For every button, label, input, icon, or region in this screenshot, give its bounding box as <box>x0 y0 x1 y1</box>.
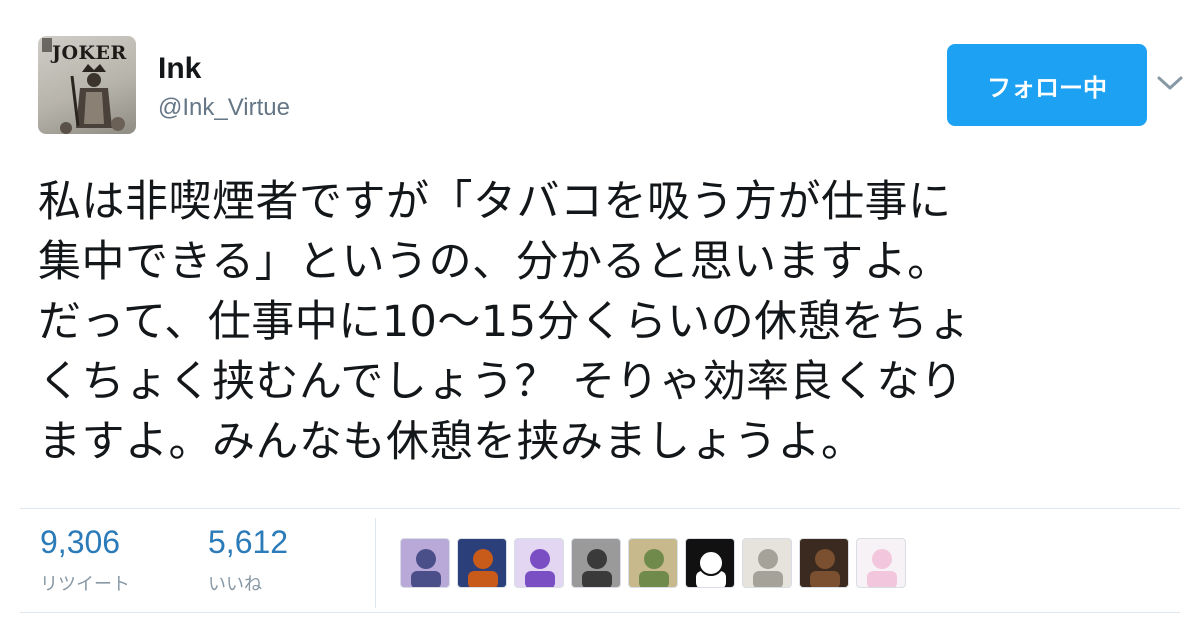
tweet-line: ますよ。みんなも休憩を挟みましょうよ。 <box>38 417 865 467</box>
liker-avatar-3[interactable] <box>514 538 564 588</box>
tweet-line: 私は非喫煙者ですが「タバコを吸う方が仕事に <box>38 177 952 227</box>
user-avatar[interactable]: JOKER <box>38 36 136 134</box>
following-button[interactable]: フォロー中 <box>947 44 1147 126</box>
tweet-line: 集中できる」というの、分かると思いますよ。 <box>38 237 951 287</box>
liker-avatar-image <box>639 549 669 587</box>
like-count[interactable]: 5,612 <box>208 524 288 561</box>
liker-avatar-7[interactable] <box>742 538 792 588</box>
retweet-label[interactable]: リツイート <box>40 570 130 596</box>
liker-avatar-image <box>753 549 783 587</box>
tweet-text: 私は非喫煙者ですが「タバコを吸う方が仕事に 集中できる」というの、分かると思いま… <box>38 172 1188 472</box>
stats-vertical-divider <box>375 518 376 608</box>
liker-avatar-6[interactable] <box>685 538 735 588</box>
liker-avatar-image <box>468 549 498 587</box>
liker-avatar-9[interactable] <box>856 538 906 588</box>
tweet-line: くちょく挟むんでしょう？ そりゃ効率良くなり <box>38 357 964 407</box>
liker-avatar-list <box>400 538 906 588</box>
liker-avatar-image <box>867 549 897 587</box>
stats-top-divider <box>20 508 1180 509</box>
retweet-count[interactable]: 9,306 <box>40 524 120 561</box>
liker-avatar-4[interactable] <box>571 538 621 588</box>
user-handle[interactable]: @Ink_Virtue <box>158 94 290 122</box>
liker-avatar-8[interactable] <box>799 538 849 588</box>
user-name[interactable]: Ink <box>158 52 201 86</box>
like-label[interactable]: いいね <box>208 570 262 596</box>
following-button-label: フォロー中 <box>987 73 1107 102</box>
tweet-line: だって、仕事中に10～15分くらいの休憩をちょ <box>38 297 972 347</box>
liker-avatar-image <box>411 549 441 587</box>
chevron-down-icon[interactable] <box>1155 72 1185 94</box>
liker-avatar-image <box>810 549 840 587</box>
liker-avatar-2[interactable] <box>457 538 507 588</box>
liker-avatar-image <box>525 549 555 587</box>
liker-avatar-image <box>696 550 726 587</box>
liker-avatar-image <box>582 549 612 587</box>
joker-card-image <box>42 38 125 134</box>
liker-avatar-1[interactable] <box>400 538 450 588</box>
stats-bottom-divider <box>20 612 1180 613</box>
liker-avatar-5[interactable] <box>628 538 678 588</box>
